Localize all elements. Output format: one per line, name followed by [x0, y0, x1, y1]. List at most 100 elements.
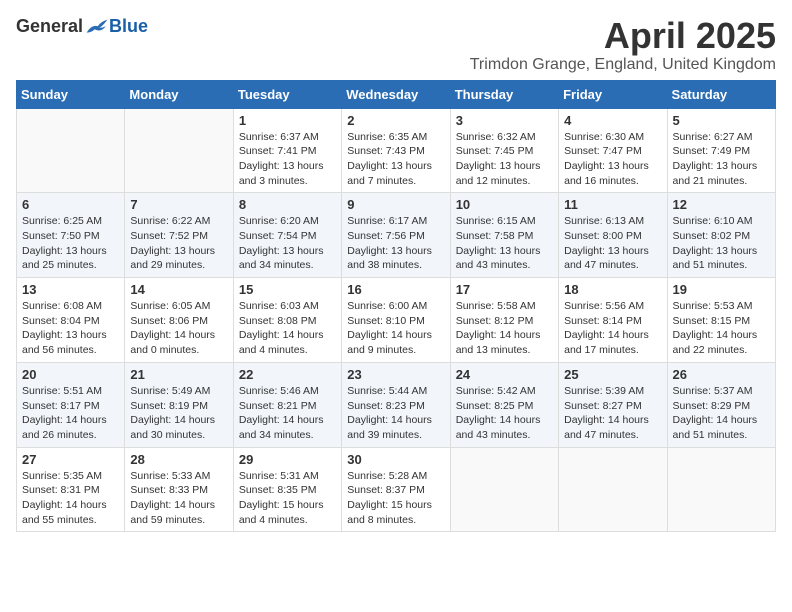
logo-general-text: General: [16, 16, 83, 37]
col-friday: Friday: [559, 80, 667, 108]
col-sunday: Sunday: [17, 80, 125, 108]
table-row: 4 Sunrise: 6:30 AMSunset: 7:47 PMDaylight…: [559, 108, 667, 193]
day-number: 27: [22, 452, 119, 467]
day-info: Sunrise: 5:42 AMSunset: 8:25 PMDaylight:…: [456, 384, 553, 443]
location-subtitle: Trimdon Grange, England, United Kingdom: [470, 56, 776, 74]
day-number: 28: [130, 452, 227, 467]
col-wednesday: Wednesday: [342, 80, 450, 108]
day-info: Sunrise: 6:10 AMSunset: 8:02 PMDaylight:…: [673, 214, 770, 273]
calendar-week-row: 27 Sunrise: 5:35 AMSunset: 8:31 PMDayligh…: [17, 447, 776, 532]
day-info: Sunrise: 6:08 AMSunset: 8:04 PMDaylight:…: [22, 299, 119, 358]
table-row: 26Sunrise: 5:37 AMSunset: 8:29 PMDayligh…: [667, 362, 775, 447]
day-info: Sunrise: 5:44 AMSunset: 8:23 PMDaylight:…: [347, 384, 444, 443]
table-row: 9 Sunrise: 6:17 AMSunset: 7:56 PMDaylight…: [342, 193, 450, 278]
logo-blue-text: Blue: [109, 16, 148, 37]
table-row: [17, 108, 125, 193]
header: General Blue April 2025 Trimdon Grange, …: [16, 16, 776, 74]
day-number: 12: [673, 197, 770, 212]
day-info: Sunrise: 6:05 AMSunset: 8:06 PMDaylight:…: [130, 299, 227, 358]
table-row: 3 Sunrise: 6:32 AMSunset: 7:45 PMDaylight…: [450, 108, 558, 193]
day-number: 15: [239, 282, 336, 297]
table-row: 19 Sunrise: 5:53 AMSunset: 8:15 PMDayligh…: [667, 278, 775, 363]
table-row: 7Sunrise: 6:22 AMSunset: 7:52 PMDaylight…: [125, 193, 233, 278]
calendar-week-row: 6 Sunrise: 6:25 AMSunset: 7:50 PMDaylight…: [17, 193, 776, 278]
day-number: 17: [456, 282, 553, 297]
table-row: [559, 447, 667, 532]
day-number: 13: [22, 282, 119, 297]
day-number: 11: [564, 197, 661, 212]
day-number: 2: [347, 113, 444, 128]
day-info: Sunrise: 5:33 AMSunset: 8:33 PMDaylight:…: [130, 469, 227, 528]
day-number: 7: [130, 197, 227, 212]
table-row: 23 Sunrise: 5:44 AMSunset: 8:23 PMDayligh…: [342, 362, 450, 447]
logo: General Blue: [16, 16, 148, 37]
day-info: Sunrise: 6:32 AMSunset: 7:45 PMDaylight:…: [456, 130, 553, 189]
table-row: 5 Sunrise: 6:27 AMSunset: 7:49 PMDaylight…: [667, 108, 775, 193]
day-number: 6: [22, 197, 119, 212]
day-info: Sunrise: 5:39 AMSunset: 8:27 PMDaylight:…: [564, 384, 661, 443]
day-info: Sunrise: 6:15 AMSunset: 7:58 PMDaylight:…: [456, 214, 553, 273]
calendar-week-row: 1Sunrise: 6:37 AMSunset: 7:41 PMDaylight…: [17, 108, 776, 193]
table-row: 13 Sunrise: 6:08 AMSunset: 8:04 PMDayligh…: [17, 278, 125, 363]
day-number: 21: [130, 367, 227, 382]
month-title: April 2025: [470, 16, 776, 56]
day-info: Sunrise: 5:58 AMSunset: 8:12 PMDaylight:…: [456, 299, 553, 358]
day-number: 8: [239, 197, 336, 212]
calendar-header-row: Sunday Monday Tuesday Wednesday Thursday…: [17, 80, 776, 108]
day-info: Sunrise: 6:17 AMSunset: 7:56 PMDaylight:…: [347, 214, 444, 273]
day-number: 16: [347, 282, 444, 297]
table-row: 18Sunrise: 5:56 AMSunset: 8:14 PMDayligh…: [559, 278, 667, 363]
table-row: [667, 447, 775, 532]
day-info: Sunrise: 6:27 AMSunset: 7:49 PMDaylight:…: [673, 130, 770, 189]
day-number: 19: [673, 282, 770, 297]
table-row: 28 Sunrise: 5:33 AMSunset: 8:33 PMDayligh…: [125, 447, 233, 532]
table-row: [450, 447, 558, 532]
day-number: 5: [673, 113, 770, 128]
day-info: Sunrise: 6:03 AMSunset: 8:08 PMDaylight:…: [239, 299, 336, 358]
day-info: Sunrise: 5:35 AMSunset: 8:31 PMDaylight:…: [22, 469, 119, 528]
day-info: Sunrise: 6:20 AMSunset: 7:54 PMDaylight:…: [239, 214, 336, 273]
table-row: 21 Sunrise: 5:49 AMSunset: 8:19 PMDayligh…: [125, 362, 233, 447]
day-info: Sunrise: 6:37 AMSunset: 7:41 PMDaylight:…: [239, 130, 336, 189]
col-tuesday: Tuesday: [233, 80, 341, 108]
day-info: Sunrise: 6:00 AMSunset: 8:10 PMDaylight:…: [347, 299, 444, 358]
day-info: Sunrise: 6:13 AMSunset: 8:00 PMDaylight:…: [564, 214, 661, 273]
day-number: 3: [456, 113, 553, 128]
col-monday: Monday: [125, 80, 233, 108]
day-info: Sunrise: 6:35 AMSunset: 7:43 PMDaylight:…: [347, 130, 444, 189]
day-number: 18: [564, 282, 661, 297]
table-row: 16 Sunrise: 6:00 AMSunset: 8:10 PMDayligh…: [342, 278, 450, 363]
day-info: Sunrise: 5:31 AMSunset: 8:35 PMDaylight:…: [239, 469, 336, 528]
day-number: 23: [347, 367, 444, 382]
title-area: April 2025 Trimdon Grange, England, Unit…: [470, 16, 776, 74]
day-number: 4: [564, 113, 661, 128]
day-info: Sunrise: 5:49 AMSunset: 8:19 PMDaylight:…: [130, 384, 227, 443]
day-number: 9: [347, 197, 444, 212]
table-row: 27 Sunrise: 5:35 AMSunset: 8:31 PMDayligh…: [17, 447, 125, 532]
day-info: Sunrise: 5:51 AMSunset: 8:17 PMDaylight:…: [22, 384, 119, 443]
day-number: 20: [22, 367, 119, 382]
day-info: Sunrise: 6:30 AMSunset: 7:47 PMDaylight:…: [564, 130, 661, 189]
day-number: 24: [456, 367, 553, 382]
day-info: Sunrise: 5:28 AMSunset: 8:37 PMDaylight:…: [347, 469, 444, 528]
day-info: Sunrise: 5:46 AMSunset: 8:21 PMDaylight:…: [239, 384, 336, 443]
table-row: 11 Sunrise: 6:13 AMSunset: 8:00 PMDayligh…: [559, 193, 667, 278]
day-number: 22: [239, 367, 336, 382]
col-saturday: Saturday: [667, 80, 775, 108]
table-row: 17 Sunrise: 5:58 AMSunset: 8:12 PMDayligh…: [450, 278, 558, 363]
table-row: 8 Sunrise: 6:20 AMSunset: 7:54 PMDaylight…: [233, 193, 341, 278]
table-row: 6 Sunrise: 6:25 AMSunset: 7:50 PMDaylight…: [17, 193, 125, 278]
table-row: 15 Sunrise: 6:03 AMSunset: 8:08 PMDayligh…: [233, 278, 341, 363]
day-number: 29: [239, 452, 336, 467]
table-row: 12 Sunrise: 6:10 AMSunset: 8:02 PMDayligh…: [667, 193, 775, 278]
table-row: 10 Sunrise: 6:15 AMSunset: 7:58 PMDayligh…: [450, 193, 558, 278]
calendar-table: Sunday Monday Tuesday Wednesday Thursday…: [16, 80, 776, 533]
table-row: 1Sunrise: 6:37 AMSunset: 7:41 PMDaylight…: [233, 108, 341, 193]
col-thursday: Thursday: [450, 80, 558, 108]
day-info: Sunrise: 5:53 AMSunset: 8:15 PMDaylight:…: [673, 299, 770, 358]
day-number: 10: [456, 197, 553, 212]
day-number: 25: [564, 367, 661, 382]
page-container: General Blue April 2025 Trimdon Grange, …: [0, 0, 792, 542]
calendar-week-row: 20 Sunrise: 5:51 AMSunset: 8:17 PMDayligh…: [17, 362, 776, 447]
day-info: Sunrise: 6:25 AMSunset: 7:50 PMDaylight:…: [22, 214, 119, 273]
